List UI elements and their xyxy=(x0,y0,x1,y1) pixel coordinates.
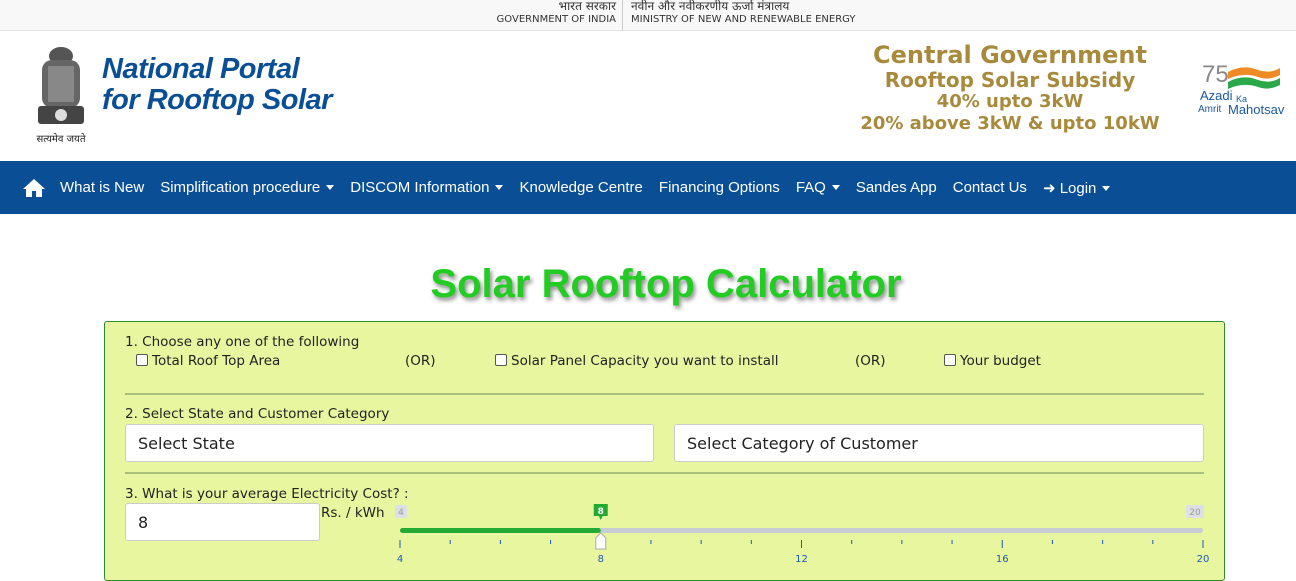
subsidy-line: 20% above 3kW & upto 10kW xyxy=(860,113,1160,134)
nav-label: What is New xyxy=(60,178,145,196)
caret-down-icon xyxy=(495,185,504,191)
nav-item-knowledge-centre[interactable]: Knowledge Centre xyxy=(519,179,642,197)
electricity-cost-slider[interactable]: 4 8 12 16 20 4 20 8 xyxy=(390,500,1210,570)
divider xyxy=(125,393,1204,395)
gov-english: GOVERNMENT OF INDIA xyxy=(496,14,616,25)
divider xyxy=(622,0,623,31)
caret-down-icon xyxy=(326,185,335,191)
national-emblem-icon: सत्यमेव जयते xyxy=(36,47,86,145)
option-panel-capacity[interactable]: Solar Panel Capacity you want to install xyxy=(495,353,779,369)
nav-label: DISCOM Information xyxy=(350,178,490,196)
svg-text:Azadi: Azadi xyxy=(1200,88,1233,103)
step3-label: 3. What is your average Electricity Cost… xyxy=(125,486,409,502)
customer-category-select[interactable]: Select Category of Customer xyxy=(674,424,1204,462)
ministry-english: MINISTRY OF NEW AND RENEWABLE ENERGY xyxy=(631,14,856,25)
state-select[interactable]: Select State xyxy=(125,424,654,462)
caret-down-icon xyxy=(1102,186,1111,192)
gov-hindi: भारत सरकार xyxy=(558,0,616,13)
nav-label: FAQ xyxy=(795,178,826,196)
nav-item-contact-us[interactable]: Contact Us xyxy=(953,179,1027,197)
value-label: 8 xyxy=(598,507,604,517)
gov-label: भारत सरकार GOVERNMENT OF INDIA xyxy=(497,0,616,26)
or-label: (OR) xyxy=(405,353,436,369)
option-roof-area[interactable]: Total Roof Top Area xyxy=(136,353,280,369)
tick-label: 16 xyxy=(996,554,1009,565)
tick-label: 8 xyxy=(598,554,604,565)
caret-down-icon xyxy=(831,185,840,191)
nav-item-simplification-procedure[interactable]: Simplification procedure xyxy=(160,178,335,197)
tick-label: 12 xyxy=(795,554,808,565)
step2-label: 2. Select State and Customer Category xyxy=(125,406,390,422)
azadi-ka-amrit-mahotsav-logo: 75 Azadi Ka Amrit Mahotsav xyxy=(1198,61,1285,117)
nav-item-what-is-new[interactable]: What is New xyxy=(60,179,144,197)
tick-label: 4 xyxy=(397,554,403,565)
subsidy-line: 40% upto 3kW xyxy=(936,91,1084,112)
electricity-cost-input[interactable]: 8 xyxy=(125,503,320,541)
subsidy-line: Central Government xyxy=(873,41,1147,69)
slider-fill xyxy=(400,528,601,533)
subsidy-line: Rooftop Solar Subsidy xyxy=(884,68,1136,92)
subsidy-banner: Central Government Rooftop Solar Subsidy… xyxy=(840,42,1180,135)
slider-handle[interactable] xyxy=(595,532,607,550)
unit-label: Rs. / kWh xyxy=(321,505,385,521)
main-nav: What is New Simplification procedure DISCO… xyxy=(0,161,1296,214)
gov-topbar: भारत सरकार GOVERNMENT OF INDIA नवीन और नव… xyxy=(0,0,1296,31)
nav-label: Knowledge Centre xyxy=(519,178,643,196)
nav-label: Financing Options xyxy=(658,178,780,196)
checkbox[interactable] xyxy=(944,354,956,366)
divider xyxy=(125,472,1204,474)
ministry-label: नवीन और नवीकरणीय ऊर्जा मंत्रालय MINISTRY … xyxy=(631,0,856,26)
logo-line1: National Portal xyxy=(102,53,300,85)
nav-label: Contact Us xyxy=(952,178,1027,196)
nav-item-discom-information[interactable]: DISCOM Information xyxy=(350,178,504,197)
login-icon: ➜ xyxy=(1042,179,1060,197)
nav-label: Sandes App xyxy=(855,178,937,196)
or-label: (OR) xyxy=(855,353,886,369)
emblem-motto: सत्यमेव जयते xyxy=(36,133,85,145)
logo-line2: for Rooftop Solar xyxy=(102,84,332,116)
svg-text:75: 75 xyxy=(1202,61,1229,88)
nav-item-faq[interactable]: FAQ xyxy=(796,179,840,197)
step1-label: 1. Choose any one of the following xyxy=(125,334,360,350)
option-label: Total Roof Top Area xyxy=(152,353,281,369)
max-label: 20 xyxy=(1189,508,1201,518)
tick-label: 20 xyxy=(1197,554,1210,565)
site-logo[interactable]: National Portal for Rooftop Solar xyxy=(102,54,332,116)
nav-label: Login xyxy=(1059,179,1097,197)
svg-text:Amrit: Amrit xyxy=(1198,104,1222,115)
nav-label: Simplification procedure xyxy=(160,178,321,196)
svg-text:Mahotsav: Mahotsav xyxy=(1228,102,1285,117)
checkbox[interactable] xyxy=(136,354,148,366)
min-label: 4 xyxy=(398,508,404,518)
home-icon[interactable] xyxy=(22,178,46,198)
nav-item-sandes-app[interactable]: Sandes App xyxy=(856,179,937,197)
ministry-hindi: नवीन और नवीकरणीय ऊर्जा मंत्रालय xyxy=(631,0,790,13)
page-title: Solar Rooftop Calculator xyxy=(430,262,902,306)
nav-item-login[interactable]: ➜ Login xyxy=(1042,179,1111,197)
nav-item-financing-options[interactable]: Financing Options xyxy=(659,179,780,197)
option-label: Your budget xyxy=(960,353,1041,369)
calculator-form: 1. Choose any one of the following Total… xyxy=(104,321,1225,581)
option-label: Solar Panel Capacity you want to install xyxy=(511,353,779,369)
checkbox[interactable] xyxy=(495,354,507,366)
option-budget[interactable]: Your budget xyxy=(944,353,1041,369)
